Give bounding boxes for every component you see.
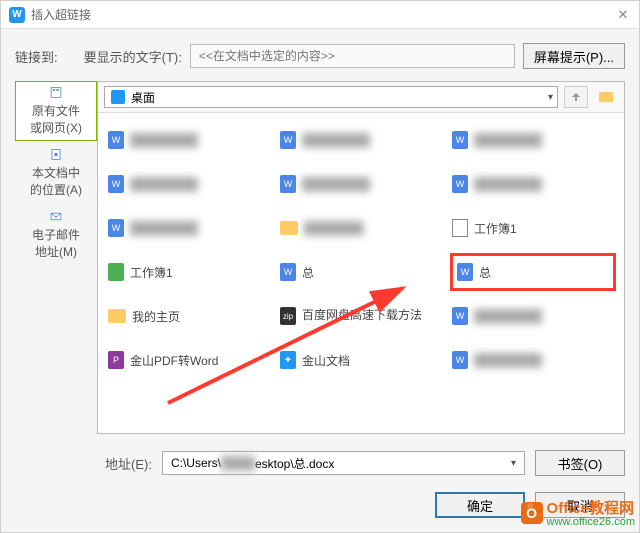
- up-arrow-icon: [570, 91, 582, 103]
- dialog-content: 链接到: 要显示的文字(T): 屏幕提示(P)... 原有文件 或网页(X) 本…: [1, 29, 639, 532]
- folder-icon: [280, 221, 298, 235]
- link-to-label: 链接到:: [15, 47, 58, 66]
- list-item[interactable]: W████████: [278, 165, 444, 203]
- ok-button[interactable]: 确定: [435, 492, 525, 518]
- address-prefix: C:\Users\: [171, 456, 221, 470]
- list-item-workbook1[interactable]: 工作簿1: [450, 209, 616, 247]
- sidebar-item-label: 电子邮件: [32, 226, 80, 243]
- file-label: 百度网盘高速下载方法: [302, 309, 422, 322]
- screen-tip-button[interactable]: 屏幕提示(P)...: [523, 43, 625, 69]
- list-item-jinshan-pdf[interactable]: P 金山PDF转Word: [106, 341, 272, 379]
- archive-icon: zip: [280, 307, 296, 325]
- location-row: 桌面 ▾: [98, 82, 624, 113]
- sidebar-item-label: 地址(M): [35, 243, 77, 260]
- file-icon: W: [452, 307, 468, 325]
- file-icon: W: [280, 175, 296, 193]
- sidebar-existing-file[interactable]: 原有文件 或网页(X): [15, 81, 97, 141]
- file-label: 我的主页: [132, 308, 180, 325]
- watermark-url: www.office26.com: [547, 516, 635, 528]
- watermark-logo-icon: O: [521, 502, 543, 524]
- list-item[interactable]: W████████: [450, 165, 616, 203]
- titlebar: W 插入超链接 ✕: [1, 1, 639, 29]
- close-icon[interactable]: ✕: [615, 7, 631, 23]
- file-list[interactable]: W████████ W████████ W████████ W████████ …: [98, 113, 624, 433]
- cloud-icon: ✦: [280, 351, 296, 369]
- file-label: 金山PDF转Word: [130, 352, 218, 369]
- list-item[interactable]: ███████: [278, 209, 444, 247]
- email-icon: [48, 210, 64, 223]
- insert-hyperlink-dialog: W 插入超链接 ✕ 链接到: 要显示的文字(T): 屏幕提示(P)... 原有文…: [0, 0, 640, 533]
- address-label: 地址(E):: [105, 454, 152, 473]
- list-item-homepage[interactable]: 我的主页: [106, 297, 272, 335]
- location-label: 桌面: [131, 89, 155, 106]
- address-suffix: esktop\总.docx: [255, 455, 334, 472]
- open-folder-button[interactable]: [594, 86, 618, 108]
- list-item[interactable]: W████████: [450, 297, 616, 335]
- list-item[interactable]: W████████: [106, 121, 272, 159]
- display-text-input[interactable]: [190, 44, 515, 68]
- list-item-baidu[interactable]: zip 百度网盘高速下载方法: [278, 297, 444, 335]
- spreadsheet-icon: [108, 263, 124, 281]
- main-area: 原有文件 或网页(X) 本文档中 的位置(A) 电子邮件 地址(M): [15, 81, 625, 434]
- file-icon: W: [452, 175, 468, 193]
- sidebar-item-label: 原有文件: [32, 102, 80, 119]
- file-icon: [452, 219, 468, 237]
- file-icon: W: [280, 131, 296, 149]
- top-row: 链接到: 要显示的文字(T): 屏幕提示(P)...: [15, 43, 625, 69]
- file-icon: W: [452, 131, 468, 149]
- address-input[interactable]: C:\Users\ ████ esktop\总.docx ▾: [162, 451, 525, 475]
- sidebar-this-document[interactable]: 本文档中 的位置(A): [15, 143, 97, 203]
- up-folder-button[interactable]: [564, 86, 588, 108]
- list-item[interactable]: W████████: [450, 121, 616, 159]
- list-item[interactable]: W████████: [106, 209, 272, 247]
- app-icon: W: [9, 7, 25, 23]
- desktop-icon: [111, 90, 125, 104]
- file-label: 总: [479, 264, 491, 281]
- file-icon: W: [108, 131, 124, 149]
- folder-icon: [599, 92, 613, 102]
- file-label: 总: [302, 264, 314, 281]
- watermark: O Office教程网 www.office26.com: [521, 497, 635, 528]
- file-icon: W: [452, 351, 468, 369]
- list-item-workbook1-xls[interactable]: 工作簿1: [106, 253, 272, 291]
- file-label: 金山文档: [302, 352, 350, 369]
- sidebar-item-label: 本文档中: [32, 164, 80, 181]
- list-item[interactable]: W████████: [450, 341, 616, 379]
- sidebar-item-label: 或网页(X): [30, 119, 82, 136]
- file-label: 工作簿1: [130, 264, 173, 281]
- sidebar-email[interactable]: 电子邮件 地址(M): [15, 205, 97, 265]
- list-item[interactable]: W████████: [106, 165, 272, 203]
- document-location-icon: [48, 148, 64, 161]
- folder-icon: [108, 309, 126, 323]
- list-item[interactable]: W████████: [278, 121, 444, 159]
- dialog-title: 插入超链接: [31, 6, 615, 23]
- sidebar-item-label: 的位置(A): [30, 181, 82, 198]
- file-icon: W: [108, 175, 124, 193]
- file-label: 工作簿1: [474, 220, 517, 237]
- bookmark-button[interactable]: 书签(O): [535, 450, 625, 476]
- file-icon: W: [457, 263, 473, 281]
- display-text-label: 要显示的文字(T):: [84, 47, 182, 66]
- link-type-sidebar: 原有文件 或网页(X) 本文档中 的位置(A) 电子邮件 地址(M): [15, 81, 97, 434]
- list-item-zong[interactable]: W总: [278, 253, 444, 291]
- file-icon: W: [280, 263, 296, 281]
- location-dropdown[interactable]: 桌面 ▾: [104, 86, 558, 108]
- file-web-icon: [48, 86, 64, 99]
- address-row: 地址(E): C:\Users\ ████ esktop\总.docx ▾ 书签…: [15, 450, 625, 476]
- watermark-brand: Office教程网: [547, 500, 635, 517]
- chevron-down-icon: ▾: [548, 92, 553, 103]
- file-browser-panel: 桌面 ▾: [97, 81, 625, 434]
- file-icon: W: [108, 219, 124, 237]
- address-hidden: ████: [221, 456, 255, 470]
- pdf-icon: P: [108, 351, 124, 369]
- list-item-zong-highlighted[interactable]: W总: [450, 253, 616, 291]
- chevron-down-icon[interactable]: ▾: [511, 458, 516, 469]
- list-item-jinshan-doc[interactable]: ✦ 金山文档: [278, 341, 444, 379]
